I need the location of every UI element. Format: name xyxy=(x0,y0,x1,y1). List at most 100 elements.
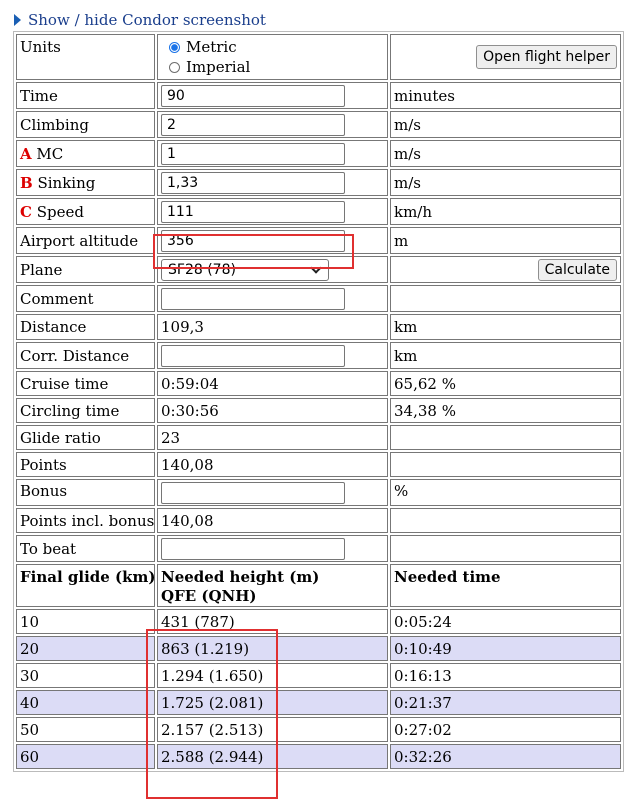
row-sinking: B Sinking 1,33 m/s xyxy=(16,169,621,196)
final-glide-km: 10 xyxy=(16,609,155,634)
points-incl-bonus-extra xyxy=(389,508,621,533)
sinking-input[interactable]: 1,33 xyxy=(161,171,345,194)
comment-input[interactable] xyxy=(161,287,345,310)
points-extra xyxy=(389,452,621,477)
mc-unit: m/s xyxy=(389,140,621,167)
to-beat-input[interactable] xyxy=(161,537,345,560)
row-bonus: Bonus % xyxy=(16,479,621,506)
corr-distance-unit: km xyxy=(389,342,621,369)
final-glide-row: 10 431 (787) 0:05:24 xyxy=(16,609,621,634)
row-to-beat: To beat xyxy=(16,535,621,562)
radio-metric[interactable]: Metric xyxy=(161,37,387,57)
glide-ratio-value: 23 xyxy=(157,425,388,450)
toggle-label: Show / hide Condor screenshot xyxy=(28,11,266,29)
units-label: Units xyxy=(16,34,155,80)
flight-calculator-table: Units Metric Imperial Open flight helper… xyxy=(13,31,624,772)
final-glide-row: 30 1.294 (1.650) 0:16:13 xyxy=(16,663,621,688)
needed-height-header-line1: Needed height (m) xyxy=(161,568,320,586)
distance-value: 109,3 xyxy=(157,314,388,340)
final-glide-header: Final glide (km) xyxy=(16,564,155,607)
final-glide-row: 20 863 (1.219) 0:10:49 xyxy=(16,636,621,661)
mc-letter: A xyxy=(20,144,32,163)
final-glide-time: 0:32:26 xyxy=(389,744,621,769)
corr-distance-label: Corr. Distance xyxy=(16,342,155,369)
plane-action-cell: Calculate xyxy=(389,256,621,283)
final-glide-height: 2.157 (2.513) xyxy=(157,717,388,742)
mc-label-cell: A MC xyxy=(16,140,155,167)
sinking-label: Sinking xyxy=(37,173,96,192)
needed-time-header: Needed time xyxy=(389,564,621,607)
cruise-time-value: 0:59:04 xyxy=(157,371,388,396)
row-units: Units Metric Imperial Open flight helper xyxy=(16,34,621,80)
plane-select[interactable]: SF28 (78) xyxy=(161,258,329,281)
mc-cell: 1 xyxy=(157,140,388,167)
final-glide-height: 431 (787) xyxy=(157,609,388,634)
radio-metric-dot[interactable] xyxy=(169,41,180,53)
radio-imperial-label: Imperial xyxy=(186,58,251,76)
units-options: Metric Imperial xyxy=(157,34,388,80)
comment-cell xyxy=(157,285,388,312)
row-points-incl-bonus: Points incl. bonus 140,08 xyxy=(16,508,621,533)
time-input[interactable]: 90 xyxy=(161,84,345,107)
final-glide-time: 0:10:49 xyxy=(389,636,621,661)
final-glide-km: 30 xyxy=(16,663,155,688)
to-beat-cell xyxy=(157,535,388,562)
speed-cell: 111 xyxy=(157,198,388,225)
final-glide-km: 50 xyxy=(16,717,155,742)
airport-altitude-input[interactable]: 356 xyxy=(161,229,345,252)
comment-label: Comment xyxy=(16,285,155,312)
row-distance: Distance 109,3 km xyxy=(16,314,621,340)
distance-label: Distance xyxy=(16,314,155,340)
distance-unit: km xyxy=(389,314,621,340)
final-glide-height: 863 (1.219) xyxy=(157,636,388,661)
speed-input[interactable]: 111 xyxy=(161,200,345,223)
row-glide-ratio: Glide ratio 23 xyxy=(16,425,621,450)
sinking-label-cell: B Sinking xyxy=(16,169,155,196)
mc-input[interactable]: 1 xyxy=(161,142,345,165)
comment-extra xyxy=(389,285,621,312)
row-cruise-time: Cruise time 0:59:04 65,62 % xyxy=(16,371,621,396)
final-glide-km: 20 xyxy=(16,636,155,661)
airport-altitude-cell: 356 xyxy=(157,227,388,254)
to-beat-extra xyxy=(389,535,621,562)
row-points: Points 140,08 xyxy=(16,452,621,477)
cruise-time-label: Cruise time xyxy=(16,371,155,396)
row-mc: A MC 1 m/s xyxy=(16,140,621,167)
needed-height-header-line2: QFE (QNH) xyxy=(161,587,257,605)
row-airport-altitude: Airport altitude 356 m xyxy=(16,227,621,254)
final-glide-km: 40 xyxy=(16,690,155,715)
chevron-down-icon xyxy=(310,262,322,274)
radio-imperial-dot[interactable] xyxy=(169,61,180,73)
corr-distance-input[interactable] xyxy=(161,344,345,367)
final-glide-row: 60 2.588 (2.944) 0:32:26 xyxy=(16,744,621,769)
sinking-cell: 1,33 xyxy=(157,169,388,196)
points-label: Points xyxy=(16,452,155,477)
final-glide-height: 1.725 (2.081) xyxy=(157,690,388,715)
bonus-input[interactable] xyxy=(161,481,345,504)
final-glide-time: 0:05:24 xyxy=(389,609,621,634)
time-label: Time xyxy=(16,82,155,109)
sinking-letter: B xyxy=(20,173,33,192)
radio-metric-label: Metric xyxy=(186,38,237,56)
speed-unit: km/h xyxy=(389,198,621,225)
climbing-input[interactable]: 2 xyxy=(161,113,345,136)
final-glide-row: 50 2.157 (2.513) 0:27:02 xyxy=(16,717,621,742)
show-hide-screenshot-toggle[interactable]: Show / hide Condor screenshot xyxy=(14,10,266,30)
circling-time-value: 0:30:56 xyxy=(157,398,388,423)
final-glide-height: 1.294 (1.650) xyxy=(157,663,388,688)
calculate-button[interactable]: Calculate xyxy=(537,258,617,281)
points-incl-bonus-value: 140,08 xyxy=(157,508,388,533)
final-glide-height: 2.588 (2.944) xyxy=(157,744,388,769)
triangle-right-icon xyxy=(14,14,21,26)
row-circling-time: Circling time 0:30:56 34,38 % xyxy=(16,398,621,423)
row-comment: Comment xyxy=(16,285,621,312)
bonus-label: Bonus xyxy=(16,479,155,506)
radio-imperial[interactable]: Imperial xyxy=(161,57,387,77)
glide-ratio-label: Glide ratio xyxy=(16,425,155,450)
speed-label-cell: C Speed xyxy=(16,198,155,225)
corr-distance-cell xyxy=(157,342,388,369)
open-flight-helper-button[interactable]: Open flight helper xyxy=(476,45,617,69)
circling-time-label: Circling time xyxy=(16,398,155,423)
plane-label: Plane xyxy=(16,256,155,283)
bonus-unit: % xyxy=(389,479,621,506)
